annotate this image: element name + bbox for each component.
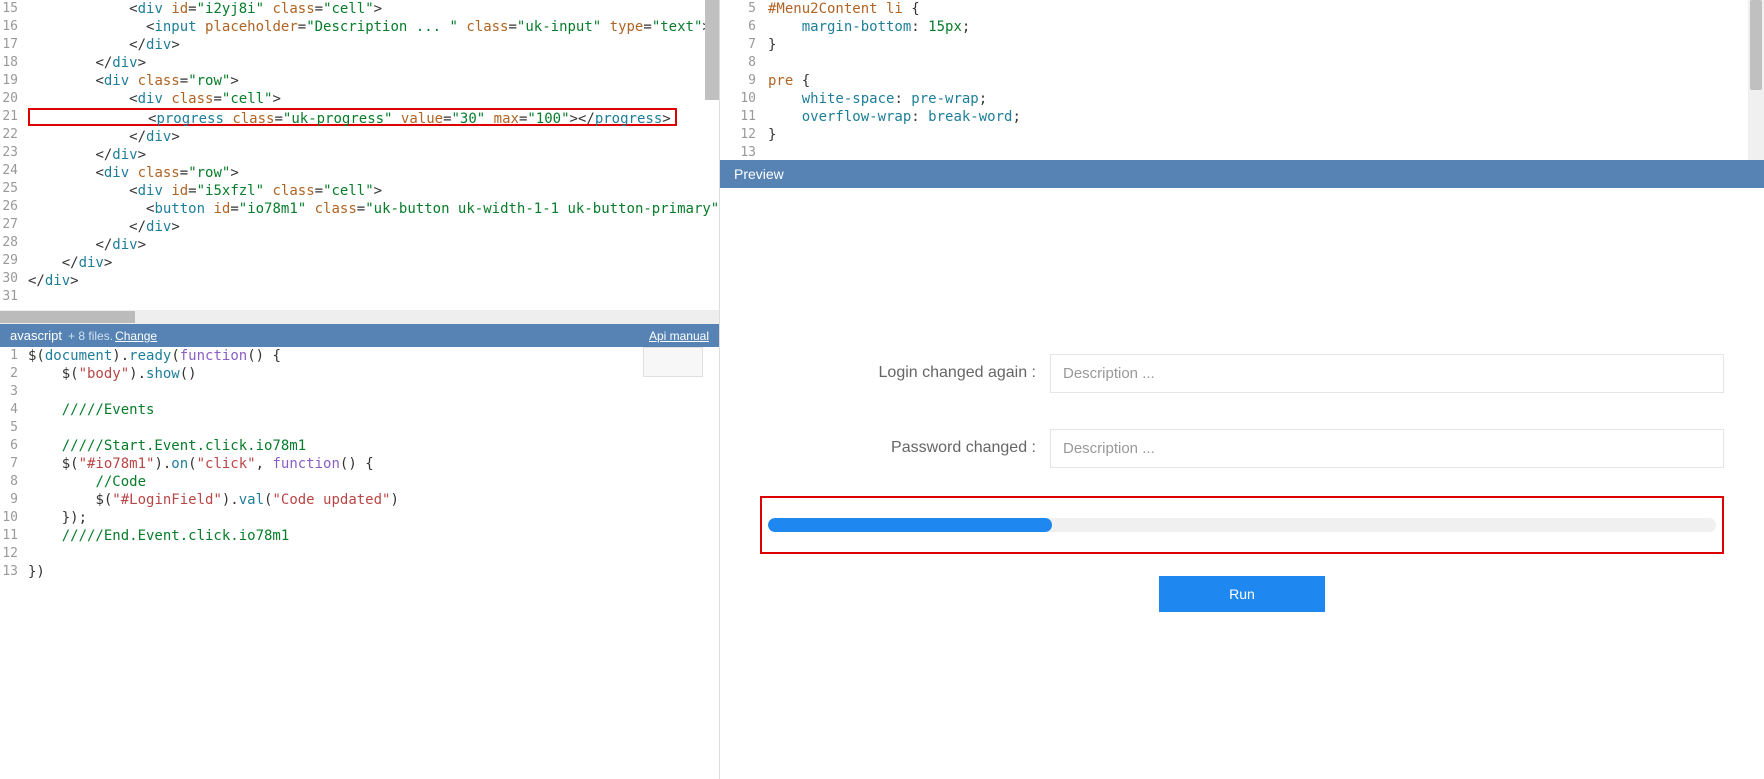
- js-panel-title: avascript: [10, 328, 62, 343]
- progress-bar: [768, 518, 1716, 532]
- preview-body: Login changed again : Password changed :…: [720, 188, 1764, 779]
- password-row: Password changed :: [760, 429, 1724, 468]
- progress-highlight: [760, 496, 1724, 554]
- preview-title: Preview: [734, 166, 784, 182]
- progress-fill: [768, 518, 1052, 532]
- js-editor[interactable]: 12345678910111213 $(document).ready(func…: [0, 347, 719, 779]
- js-panel-header: avascript + 8 files. Change Api manual: [0, 324, 719, 347]
- change-link[interactable]: Change: [115, 329, 157, 343]
- minimap[interactable]: [643, 347, 703, 377]
- scrollbar-vertical[interactable]: [1748, 0, 1764, 160]
- scrollbar-vertical[interactable]: [705, 0, 719, 100]
- login-row: Login changed again :: [760, 354, 1724, 393]
- password-input[interactable]: [1050, 429, 1724, 468]
- run-button[interactable]: Run: [1159, 576, 1325, 612]
- js-files-count: + 8 files.: [68, 329, 113, 343]
- html-editor[interactable]: 1516171819202122232425262728293031 <div …: [0, 0, 719, 310]
- css-editor[interactable]: 5678910111213 #Menu2Content li { margin-…: [720, 0, 1764, 160]
- password-label: Password changed :: [760, 439, 1050, 457]
- login-label: Login changed again :: [760, 364, 1050, 382]
- api-manual-link[interactable]: Api manual: [649, 329, 709, 343]
- login-input[interactable]: [1050, 354, 1724, 393]
- scrollbar-horizontal[interactable]: [0, 310, 719, 324]
- preview-header: Preview: [720, 160, 1764, 188]
